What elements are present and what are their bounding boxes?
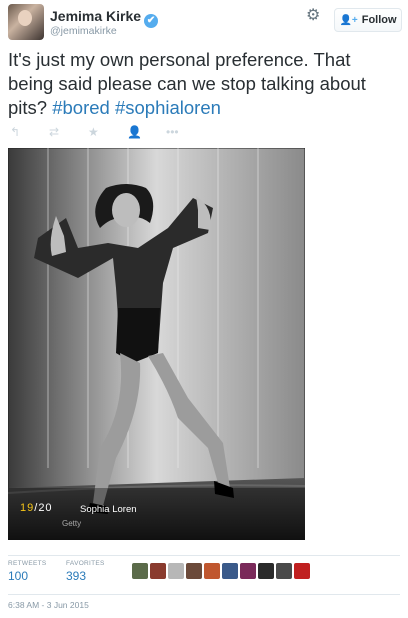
hashtag-bored[interactable]: #bored (52, 97, 110, 118)
favoriter-avatar[interactable] (204, 563, 220, 579)
follow-button-label: Follow (361, 14, 397, 26)
favorites-stat[interactable]: FAVORITES 393 (66, 560, 105, 583)
favoriter-avatar[interactable] (150, 563, 166, 579)
caption-name: Sophia Loren (80, 504, 137, 515)
tweet-actions: ↰ ⇄ ★ 👤 ••• (10, 124, 205, 140)
favoriter-avatar[interactable] (276, 563, 292, 579)
counter-total: 20 (38, 502, 53, 514)
tweet-text: It's just my own personal preference. Th… (8, 48, 400, 120)
retweets-stat[interactable]: RETWEETS 100 (8, 560, 47, 583)
counter-current: 19 (20, 502, 35, 514)
retweets-count[interactable]: 100 (8, 569, 47, 583)
avatar[interactable] (8, 4, 44, 40)
favorite-icon[interactable]: ★ (88, 124, 127, 140)
follow-user-icon: 👤+ (339, 14, 358, 26)
favoriter-avatar[interactable] (186, 563, 202, 579)
favoriter-avatar[interactable] (132, 563, 148, 579)
favorites-label: FAVORITES (66, 560, 105, 567)
author-handle[interactable]: @jemimakirke (50, 25, 117, 37)
reply-icon[interactable]: ↰ (10, 124, 49, 140)
photo-image (8, 148, 305, 540)
favoriter-avatar[interactable] (294, 563, 310, 579)
follow-icon[interactable]: 👤 (127, 124, 166, 140)
favoriter-avatar[interactable] (258, 563, 274, 579)
tweet-header: Jemima Kirke ✔ @jemimakirke ⚙ 👤+ Follow (8, 4, 402, 44)
author-name-text[interactable]: Jemima Kirke (50, 8, 141, 24)
divider (8, 594, 400, 595)
follow-button[interactable]: 👤+ Follow (334, 8, 402, 32)
verified-icon: ✔ (144, 14, 159, 28)
favoriters-avatars (132, 563, 310, 579)
retweets-label: RETWEETS (8, 560, 47, 567)
favoriter-avatar[interactable] (222, 563, 238, 579)
gear-icon[interactable]: ⚙ (306, 8, 320, 24)
photo-counter: 19/20 (20, 502, 53, 514)
tweet-timestamp[interactable]: 6:38 AM - 3 Jun 2015 (8, 600, 89, 610)
more-icon[interactable]: ••• (166, 124, 205, 140)
tweet-photo[interactable]: 19/20 Sophia Loren Getty (8, 148, 305, 540)
photo-credit: Getty (62, 519, 82, 528)
retweet-icon[interactable]: ⇄ (49, 124, 88, 140)
favoriter-avatar[interactable] (240, 563, 256, 579)
favorites-count[interactable]: 393 (66, 569, 105, 583)
favoriter-avatar[interactable] (168, 563, 184, 579)
divider (8, 555, 400, 556)
hashtag-sophialoren[interactable]: #sophialoren (115, 97, 221, 118)
